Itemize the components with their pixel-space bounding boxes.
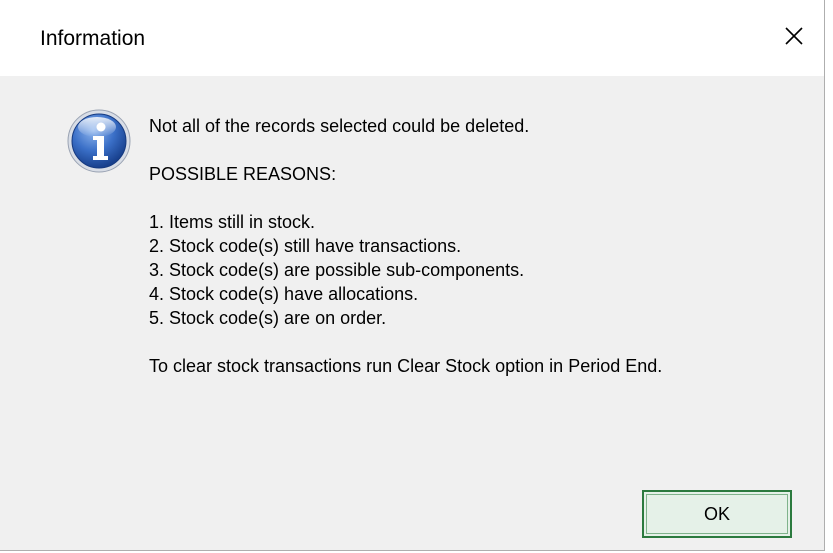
info-icon [67,109,131,173]
reasons-list: 1. Items still in stock. 2. Stock code(s… [149,210,799,330]
information-dialog: Information Not all of the records selec… [0,0,825,551]
close-button[interactable] [764,0,824,72]
reason-item: 5. Stock code(s) are on order. [149,308,387,328]
reason-item: 2. Stock code(s) still have transactions… [149,236,462,256]
reason-item: 3. Stock code(s) are possible sub-compon… [149,260,525,280]
reasons-heading: POSSIBLE REASONS: [149,164,337,184]
window-title: Information [40,27,146,50]
close-icon [785,27,803,45]
reason-item: 4. Stock code(s) have allocations. [149,284,419,304]
ok-button[interactable]: OK [642,490,792,538]
title-bar: Information [0,0,824,76]
message-footer: To clear stock transactions run Clear St… [149,356,663,376]
reason-item: 1. Items still in stock. [149,212,316,232]
message-headline: Not all of the records selected could be… [149,116,530,136]
message-text: Not all of the records selected could be… [149,114,799,378]
